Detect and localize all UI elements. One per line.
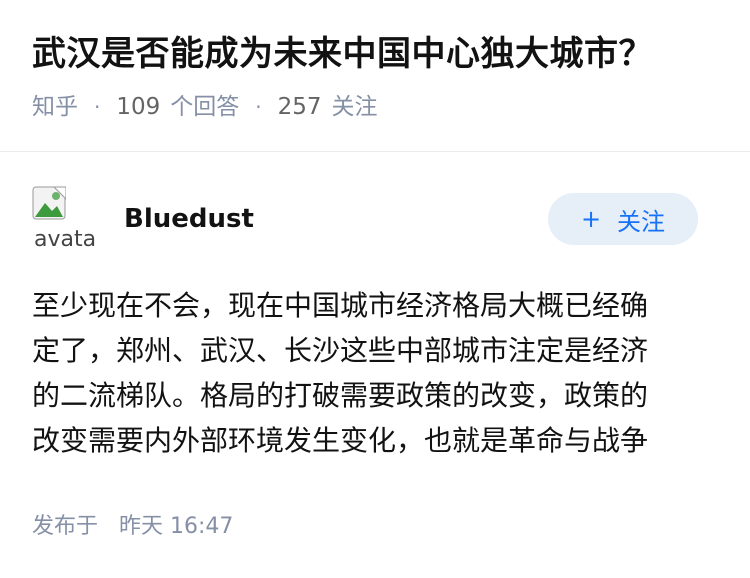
answer-count: 109 [116, 94, 161, 120]
follow-button[interactable]: + 关注 [548, 193, 698, 245]
avatar[interactable]: avatar [32, 186, 98, 252]
answer-line: 至少现在不会，现在中国城市经济格局大概已经确 [32, 289, 649, 322]
question-header: 武汉是否能成为未来中国中心独大城市？ 知乎 · 109 个回答 · 257 关注 [32, 30, 722, 124]
answer-line: 的二流梯队。格局的打破需要政策的改变，政策的 [32, 379, 649, 412]
author-name[interactable]: Bluedust [124, 201, 254, 237]
answer-meta: 发布于 昨天 16:47 [32, 510, 233, 544]
separator-dot: · [94, 95, 101, 119]
author-row: avatar Bluedust + 关注 [32, 186, 698, 256]
answer-line: 改变需要内外部环境发生变化，也就是革命与战争 [32, 424, 649, 457]
follower-count-label: 关注 [331, 94, 378, 120]
plus-icon: + [580, 205, 602, 233]
question-meta: 知乎 · 109 个回答 · 257 关注 [32, 90, 722, 124]
published-time: 昨天 16:47 [119, 514, 234, 539]
divider [0, 151, 750, 152]
answer-content[interactable]: 至少现在不会，现在中国城市经济格局大概已经确 定了，郑州、武汉、长沙这些中部城市… [32, 283, 702, 463]
answer-count-label: 个回答 [170, 94, 240, 120]
follower-count: 257 [277, 94, 322, 120]
follow-button-label: 关注 [617, 207, 666, 236]
separator-dot: · [255, 95, 262, 119]
answer-line: 定了，郑州、武汉、长沙这些中部城市注定是经济 [32, 334, 649, 367]
question-title[interactable]: 武汉是否能成为未来中国中心独大城市？ [32, 30, 722, 78]
avatar-alt-text: avatar [34, 227, 98, 252]
published-label: 发布于 [32, 514, 99, 539]
broken-image-icon [32, 186, 66, 220]
source-label[interactable]: 知乎 [32, 90, 78, 124]
